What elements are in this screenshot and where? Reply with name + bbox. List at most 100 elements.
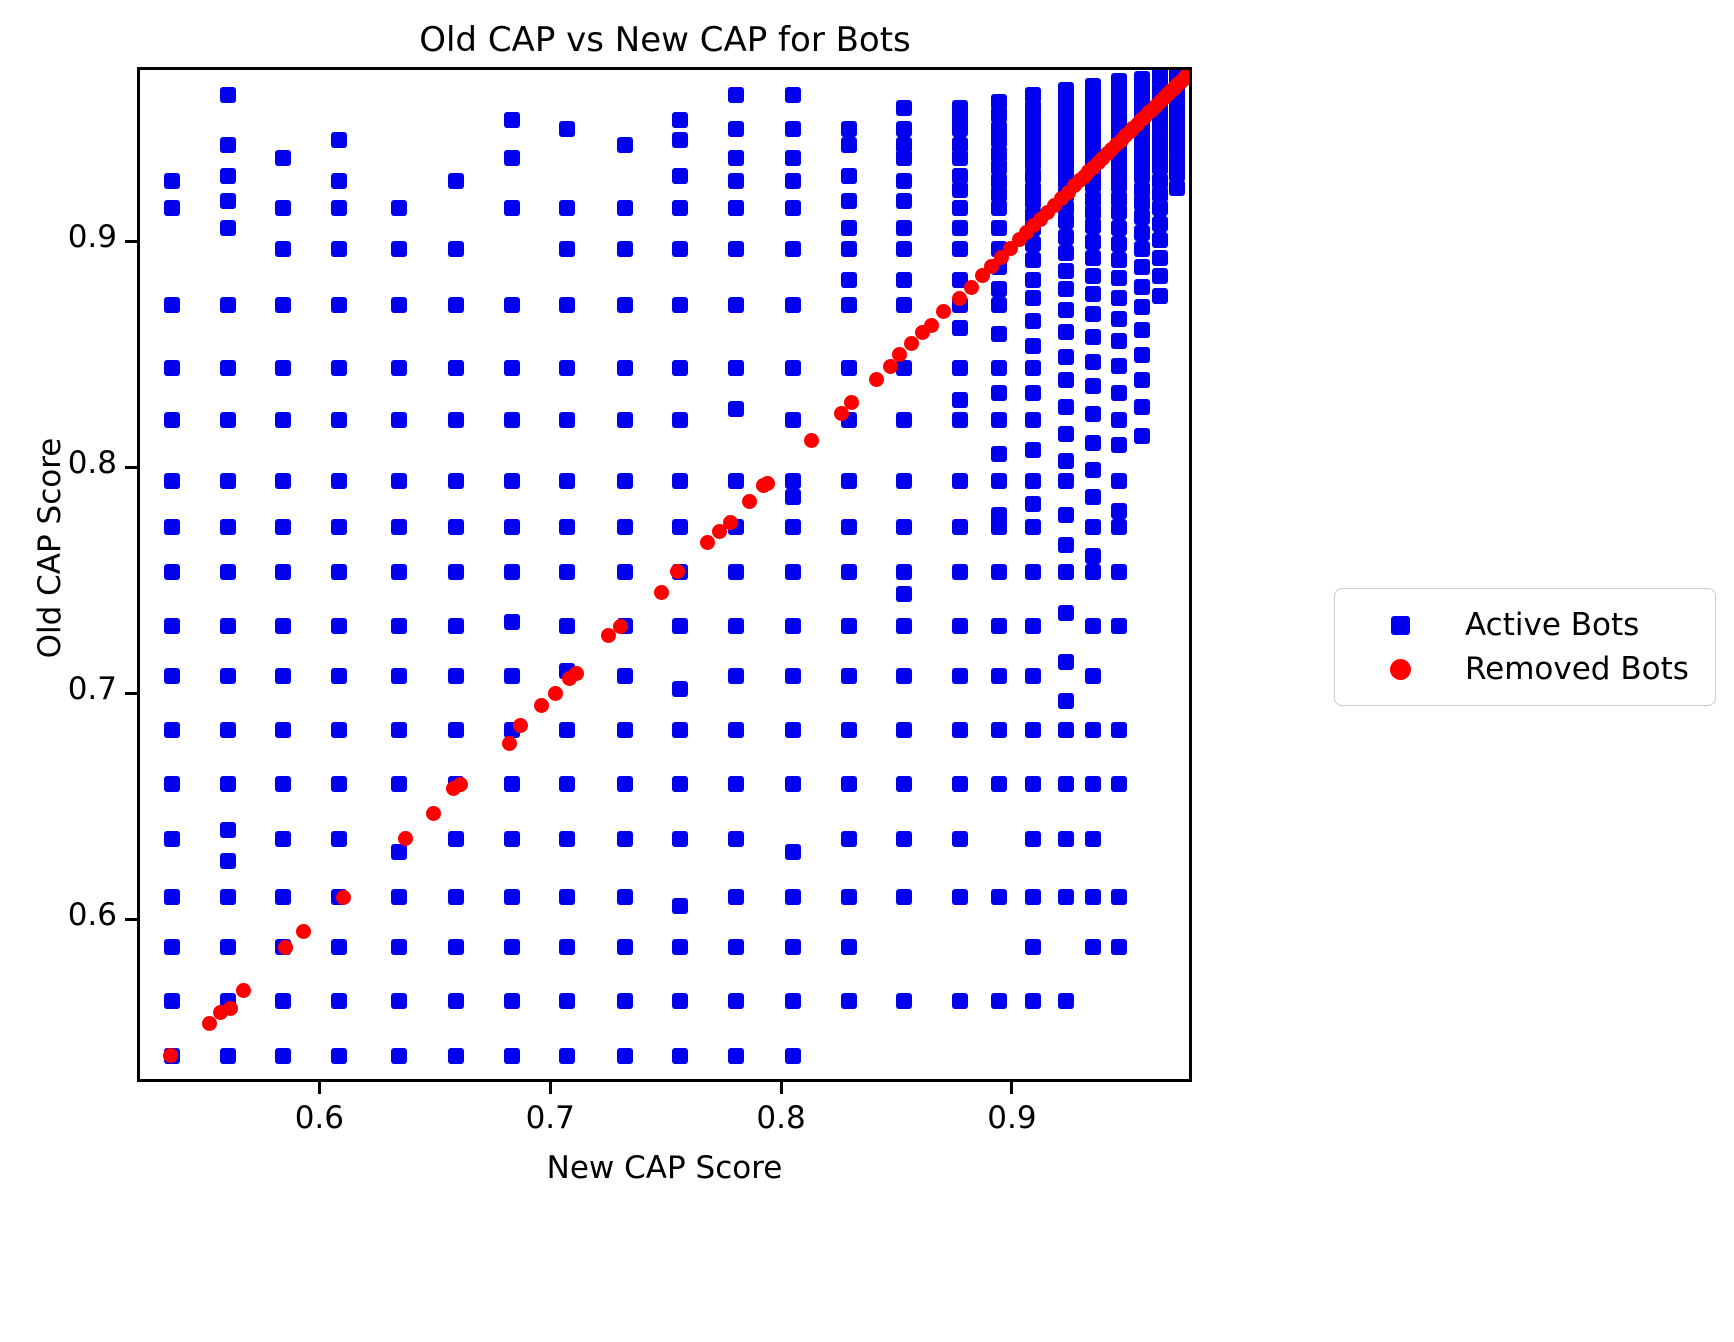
data-point-active-bot [951, 667, 968, 684]
data-point-active-bot [990, 360, 1007, 377]
data-point-active-bot [785, 667, 802, 684]
data-point-active-bot [330, 618, 347, 635]
data-point-active-bot [1057, 604, 1074, 621]
data-point-active-bot [330, 1047, 347, 1064]
data-point-active-bot [448, 618, 465, 635]
data-point-active-bot [275, 830, 292, 847]
data-point-active-bot [219, 297, 236, 314]
data-point-removed-bot [335, 889, 351, 905]
data-point-active-bot [1057, 398, 1074, 415]
data-point-active-bot [951, 473, 968, 490]
data-point-active-bot [448, 939, 465, 956]
data-point-active-bot [503, 667, 520, 684]
data-point-removed-bot [654, 584, 670, 600]
data-point-active-bot [1133, 224, 1150, 241]
data-point-active-bot [1025, 312, 1042, 329]
data-point-active-bot [1110, 358, 1127, 375]
data-point-active-bot [896, 618, 913, 635]
data-point-active-bot [990, 281, 1007, 298]
data-point-active-bot [275, 722, 292, 739]
data-point-active-bot [390, 360, 407, 377]
data-point-active-bot [840, 473, 857, 490]
data-point-active-bot [785, 618, 802, 635]
data-point-active-bot [951, 392, 968, 409]
data-point-active-bot [1025, 889, 1042, 906]
data-point-active-bot [448, 667, 465, 684]
data-point-active-bot [840, 618, 857, 635]
data-point-active-bot [1085, 776, 1102, 793]
data-point-active-bot [330, 993, 347, 1010]
data-point-active-bot [1057, 722, 1074, 739]
data-point-active-bot [164, 412, 181, 429]
data-point-active-bot [727, 667, 744, 684]
data-point-active-bot [672, 199, 689, 216]
data-point-active-bot [164, 297, 181, 314]
data-point-removed-bot [296, 923, 312, 939]
data-point-active-bot [1057, 453, 1074, 470]
data-point-active-bot [503, 776, 520, 793]
data-point-active-bot [330, 412, 347, 429]
data-point-active-bot [448, 722, 465, 739]
data-point-active-bot [164, 172, 181, 189]
data-point-active-bot [1133, 208, 1150, 225]
data-point-active-bot [616, 473, 633, 490]
y-tick-label: 0.6 [67, 897, 117, 934]
data-point-active-bot [1057, 889, 1074, 906]
data-point-active-bot [1057, 507, 1074, 524]
data-point-removed-bot [568, 666, 584, 682]
data-point-active-bot [785, 518, 802, 535]
data-point-active-bot [275, 618, 292, 635]
data-point-active-bot [672, 297, 689, 314]
data-point-active-bot [559, 473, 576, 490]
data-point-active-bot [1110, 563, 1127, 580]
data-point-active-bot [727, 563, 744, 580]
data-point-active-bot [330, 563, 347, 580]
data-point-active-bot [275, 360, 292, 377]
data-point-active-bot [785, 199, 802, 216]
x-tick-mark [548, 1082, 552, 1094]
data-point-active-bot [840, 776, 857, 793]
data-point-active-bot [616, 830, 633, 847]
data-point-active-bot [896, 172, 913, 189]
data-point-active-bot [840, 120, 857, 137]
data-point-active-bot [275, 297, 292, 314]
data-point-active-bot [1110, 204, 1127, 221]
data-point-active-bot [1133, 346, 1150, 363]
data-point-active-bot [164, 473, 181, 490]
data-point-active-bot [1085, 328, 1102, 345]
data-point-active-bot [330, 518, 347, 535]
x-tick-mark [317, 1082, 321, 1094]
data-point-removed-bot [935, 304, 951, 320]
data-point-active-bot [990, 412, 1007, 429]
data-point-active-bot [1110, 502, 1127, 519]
data-point-active-bot [330, 360, 347, 377]
data-point-active-bot [951, 360, 968, 377]
data-point-active-bot [164, 776, 181, 793]
data-point-active-bot [1085, 353, 1102, 370]
data-point-active-bot [896, 563, 913, 580]
data-point-active-bot [219, 821, 236, 838]
data-point-active-bot [1133, 371, 1150, 388]
data-point-active-bot [785, 844, 802, 861]
data-point-active-bot [896, 722, 913, 739]
data-point-active-bot [785, 939, 802, 956]
data-point-active-bot [1085, 306, 1102, 323]
data-point-removed-bot [612, 618, 628, 634]
data-point-active-bot [164, 667, 181, 684]
legend-item-removed-bots[interactable]: Removed Bots [1335, 647, 1715, 691]
data-point-active-bot [727, 240, 744, 257]
data-point-active-bot [1085, 217, 1102, 234]
data-point-active-bot [1110, 889, 1127, 906]
data-point-active-bot [896, 889, 913, 906]
data-point-active-bot [1110, 722, 1127, 739]
data-point-active-bot [1025, 360, 1042, 377]
data-point-active-bot [503, 993, 520, 1010]
data-point-removed-bot [453, 776, 469, 792]
data-point-active-bot [785, 889, 802, 906]
data-point-removed-bot [236, 982, 252, 998]
data-point-active-bot [390, 240, 407, 257]
data-point-active-bot [559, 722, 576, 739]
data-point-active-bot [1025, 563, 1042, 580]
data-point-active-bot [840, 518, 857, 535]
legend-item-active-bots[interactable]: Active Bots [1335, 603, 1715, 647]
